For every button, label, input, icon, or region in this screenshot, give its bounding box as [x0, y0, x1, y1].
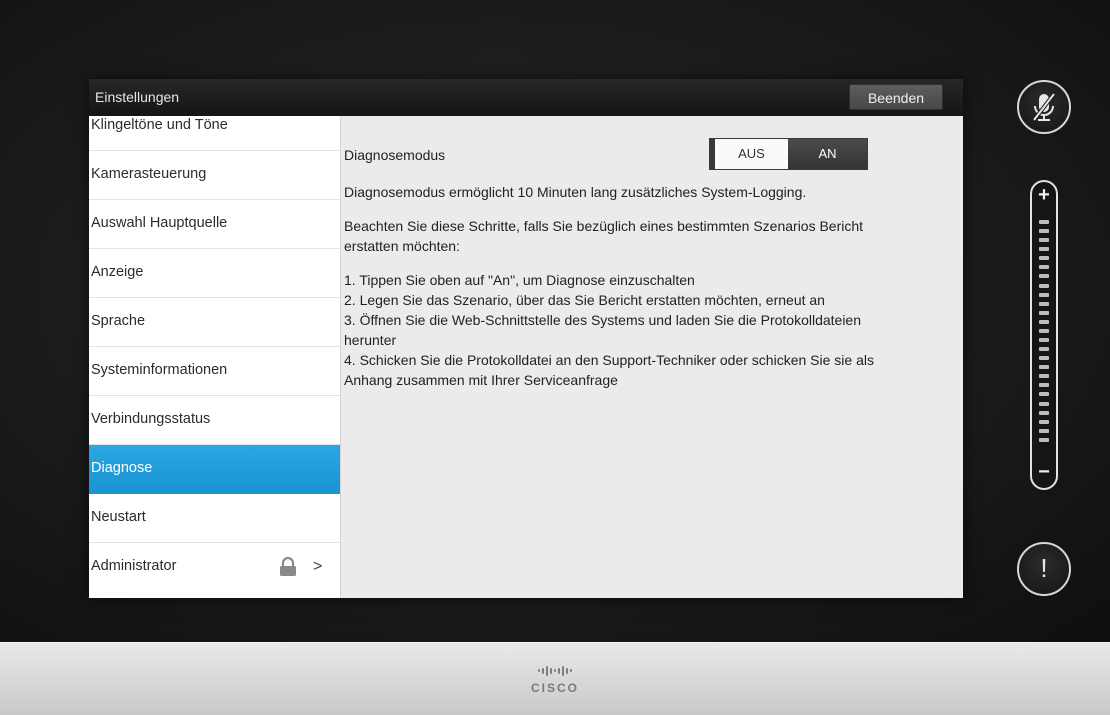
- volume-slider[interactable]: + −: [1030, 180, 1058, 490]
- instruction-text: Beachten Sie diese Schritte, falls Sie b…: [344, 218, 864, 254]
- sidebar-item-label: Kamerasteuerung: [91, 166, 207, 182]
- sidebar-item-diagnose[interactable]: Diagnose: [89, 445, 340, 494]
- toggle-off-option[interactable]: AUS: [710, 139, 788, 169]
- microphone-muted-icon: [1032, 92, 1056, 122]
- sidebar-item-main-source[interactable]: Auswahl Hauptquelle: [89, 200, 340, 249]
- sidebar-item-label: Anzeige: [91, 264, 144, 280]
- diagnose-description: Diagnosemodus ermöglicht 10 Minuten lang…: [344, 182, 884, 390]
- sidebar-item-system-information[interactable]: Systeminformationen: [89, 347, 340, 396]
- volume-down-button[interactable]: −: [1032, 461, 1056, 484]
- sidebar-item-label: Systeminformationen: [91, 362, 228, 378]
- end-button[interactable]: Beenden: [849, 84, 943, 110]
- sidebar-item-label: Auswahl Hauptquelle: [91, 215, 228, 231]
- settings-sidebar: Klingeltöne und Töne Kamerasteuerung Aus…: [89, 116, 341, 598]
- step-item: 4. Schicken Sie die Protokolldatei an de…: [344, 352, 874, 388]
- alert-icon: !: [1040, 553, 1048, 583]
- step-item: 1. Tippen Sie oben auf "An", um Diagnose…: [344, 272, 695, 288]
- microphone-mute-button[interactable]: [1017, 80, 1071, 134]
- diagnose-mode-toggle[interactable]: AUS AN: [709, 138, 868, 170]
- sidebar-item-label: Verbindungsstatus: [91, 411, 211, 427]
- sidebar-item-connection-status[interactable]: Verbindungsstatus: [89, 396, 340, 445]
- toggle-on-option[interactable]: AN: [788, 139, 867, 169]
- volume-up-button[interactable]: +: [1032, 184, 1056, 207]
- sidebar-item-camera-control[interactable]: Kamerasteuerung: [89, 151, 340, 200]
- sidebar-item-display[interactable]: Anzeige: [89, 249, 340, 298]
- sidebar-item-label: Neustart: [91, 509, 146, 525]
- diagnose-panel: Diagnosemodus AUS AN Diagnosemodus ermög…: [341, 116, 963, 598]
- intro-text: Diagnosemodus ermöglicht 10 Minuten lang…: [344, 184, 807, 200]
- sidebar-item-label: Administrator: [91, 558, 177, 574]
- sidebar-item-label: Klingeltöne und Töne: [91, 117, 228, 133]
- step-item: 2. Legen Sie das Szenario, über das Sie …: [344, 292, 825, 308]
- cisco-wordmark: CISCO: [530, 680, 579, 695]
- alert-button[interactable]: !: [1017, 542, 1071, 596]
- window-title: Einstellungen: [95, 89, 180, 105]
- sidebar-item-restart[interactable]: Neustart: [89, 494, 340, 543]
- lock-icon: [279, 556, 297, 577]
- steps-list: 1. Tippen Sie oben auf "An", um Diagnose…: [344, 270, 884, 390]
- footer-bar: CISCO: [0, 642, 1110, 715]
- volume-level-ticks: [1039, 220, 1049, 442]
- chevron-right-icon: >: [313, 558, 323, 575]
- step-item: 3. Öffnen Sie die Web-Schnittstelle des …: [344, 312, 862, 348]
- title-bar: Einstellungen Beenden: [89, 79, 963, 116]
- cisco-logo: CISCO: [480, 657, 630, 701]
- sidebar-item-label: Sprache: [91, 313, 146, 329]
- settings-window: Einstellungen Beenden Klingeltöne und Tö…: [89, 79, 963, 598]
- sidebar-item-administrator[interactable]: Administrator >: [89, 543, 340, 592]
- sidebar-item-language[interactable]: Sprache: [89, 298, 340, 347]
- cisco-bars-icon: [538, 664, 572, 678]
- diagnose-mode-label: Diagnosemodus: [344, 147, 446, 163]
- sidebar-item-label: Diagnose: [91, 460, 153, 476]
- sidebar-item-ringtones[interactable]: Klingeltöne und Töne: [89, 116, 340, 151]
